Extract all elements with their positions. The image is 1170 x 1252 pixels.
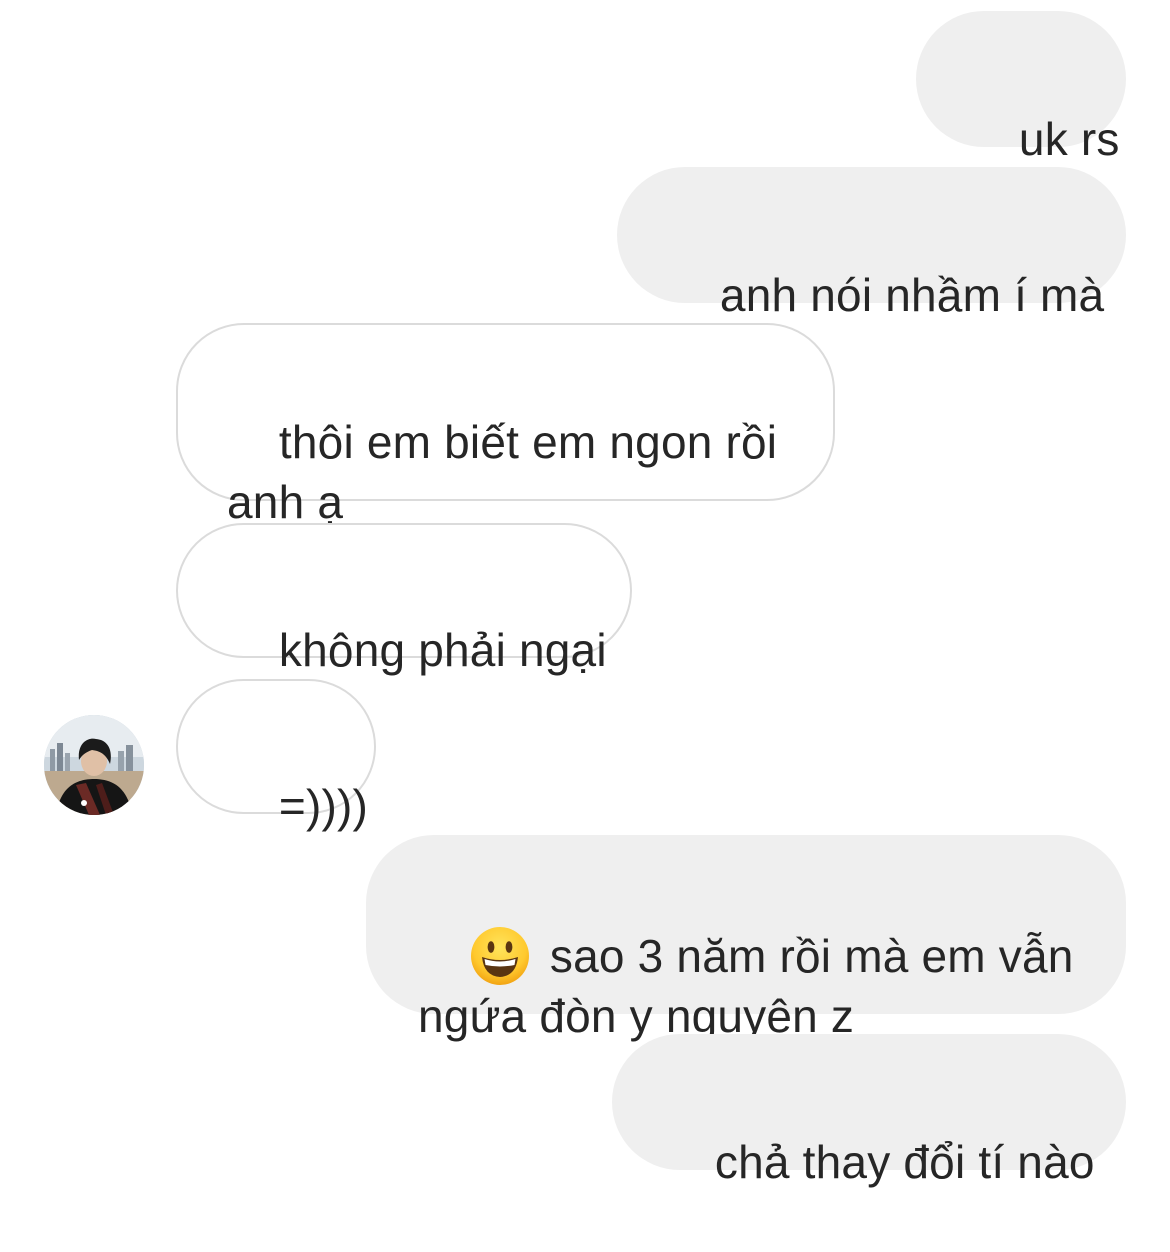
message-bubble-received[interactable]: không phải ngại (176, 523, 632, 676)
message-text: thôi em biết em ngon rồi anh ạ (227, 416, 778, 528)
grinning-face-emoji (470, 927, 529, 985)
message-text: không phải ngại (278, 624, 607, 676)
message-text: uk rs (1018, 113, 1120, 165)
message-text: anh nói nhầm í mà (719, 269, 1105, 321)
message-text: =)))) (278, 780, 369, 832)
message-thread: uk rs anh nói nhầm í mà thôi em biết em … (0, 0, 1170, 1188)
message-text: chả thay đổi tí nào (714, 1136, 1095, 1188)
message-bubble-sent[interactable]: chả thay đổi tí nào (612, 1034, 1126, 1188)
message-bubble-sent[interactable]: sao 3 năm rồi mà em vẫn ngứa đòn y nguyê… (366, 835, 1126, 1042)
message-bubble-sent[interactable]: uk rs (916, 11, 1126, 165)
message-bubble-received[interactable]: thôi em biết em ngon rồi anh ạ (176, 323, 835, 528)
message-bubble-sent[interactable]: anh nói nhầm í mà (617, 167, 1126, 321)
message-bubble-received[interactable]: =)))) (176, 679, 376, 832)
profile-photo (44, 715, 144, 815)
contact-avatar[interactable] (44, 715, 144, 815)
